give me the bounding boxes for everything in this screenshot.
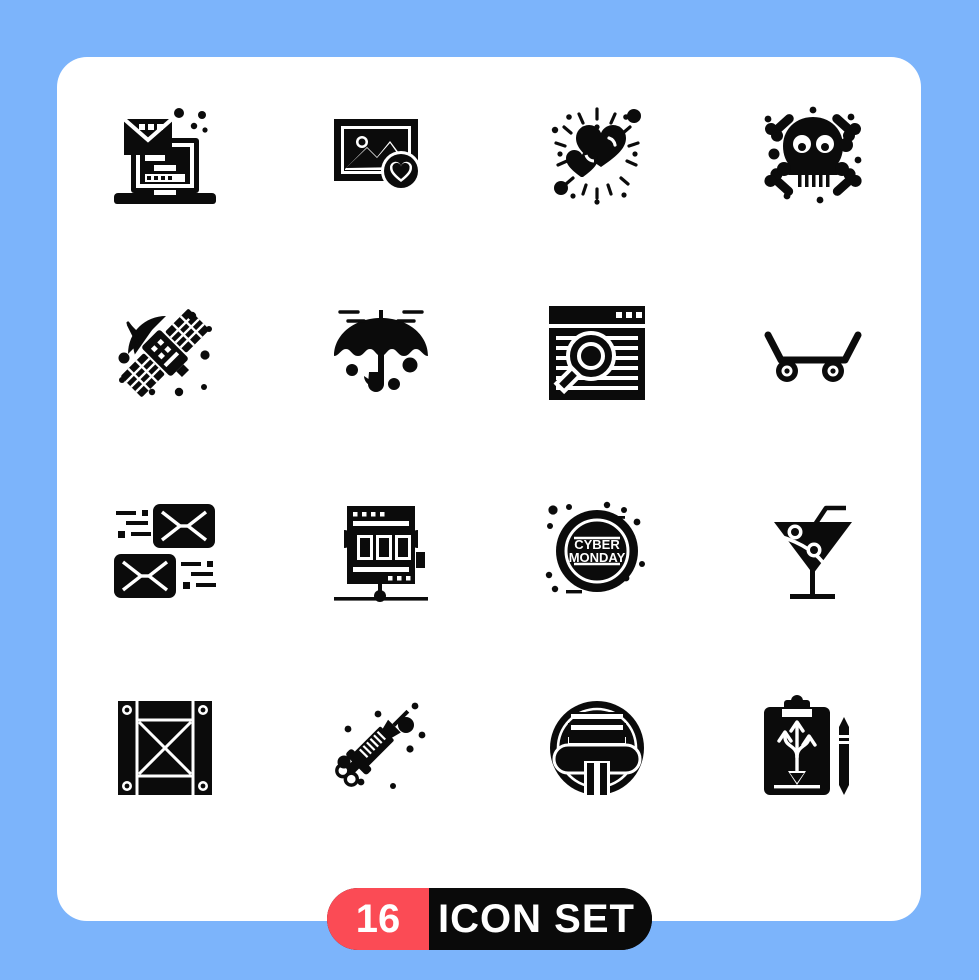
skull-crossbones-icon [764,106,862,204]
clipboard-strategy-icon [764,695,849,796]
syringe-icon [335,702,426,790]
icon-cell-1[interactable] [57,57,273,255]
cyber-monday-badge-icon: CYBER MONDAY [545,501,645,594]
icon-set-label: ICON SET [429,888,652,950]
wooden-crate-icon [118,701,212,796]
mail-transfer-icon [114,503,216,598]
icon-cell-12[interactable] [705,452,921,650]
icon-set-poster: CYBER MONDAY 16 ICON SET [0,0,979,980]
greek-column-badge-icon [550,701,644,796]
icon-count: 16 [327,888,429,950]
icon-cell-10[interactable] [273,452,489,650]
browser-search-icon [549,306,645,401]
cyber-monday-line-2: MONDAY [569,550,626,565]
shining-hearts-icon [551,107,641,205]
icon-cell-5[interactable] [57,255,273,453]
icon-cell-11[interactable]: CYBER MONDAY [489,452,705,650]
icon-cell-7[interactable] [489,255,705,453]
umbrella-rain-icon [334,310,428,393]
server-display-icon [334,505,428,602]
laptop-email-icon [114,107,216,204]
icon-count-badge: 16 ICON SET [327,888,652,950]
icon-cell-9[interactable] [57,452,273,650]
satellite-icon [118,309,212,397]
icon-cell-2[interactable] [273,57,489,255]
icon-cell-14[interactable] [273,650,489,848]
icon-cell-15[interactable] [489,650,705,848]
icon-grid: CYBER MONDAY [57,57,921,847]
icon-cell-6[interactable] [273,255,489,453]
icon-cell-16[interactable] [705,650,921,848]
favorite-photo-icon [334,118,421,191]
icon-cell-3[interactable] [489,57,705,255]
skateboard-icon [764,331,862,383]
cocktail-glass-icon [774,505,852,599]
icon-cell-8[interactable] [705,255,921,453]
icon-cell-4[interactable] [705,57,921,255]
icon-cell-13[interactable] [57,650,273,848]
